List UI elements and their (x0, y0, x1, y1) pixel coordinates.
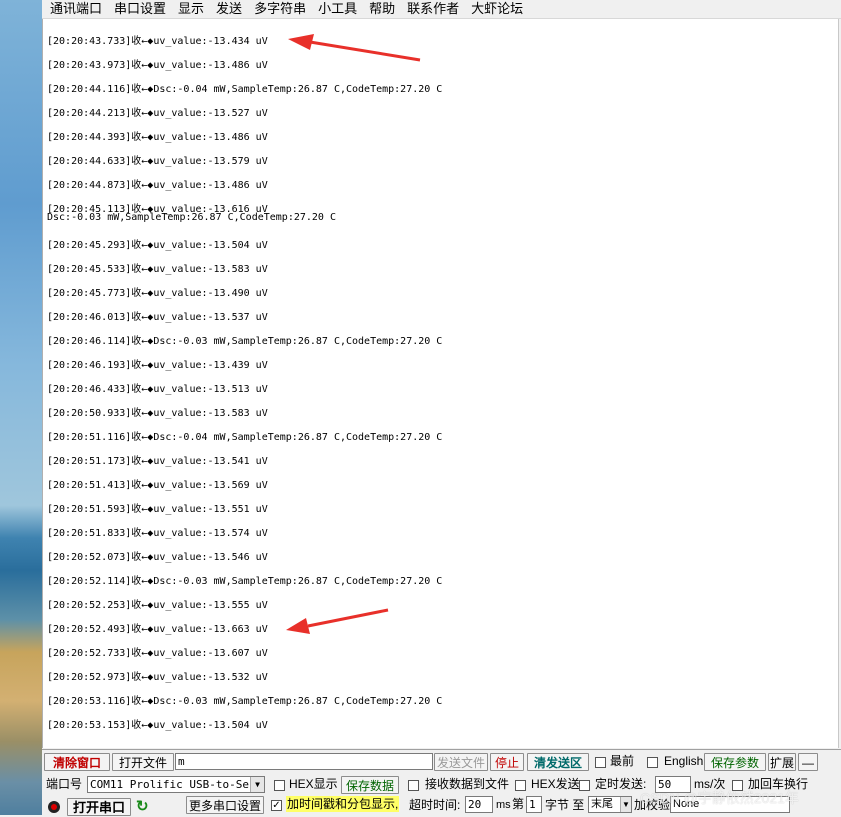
port-label: 端口号 (46, 777, 83, 791)
menu-item[interactable]: 串口设置 (110, 0, 170, 17)
byte-end-select[interactable]: 末尾 ▼ (588, 796, 632, 813)
log-line: [20:20:52.253]收←◆uv_value:-13.555 uV (47, 600, 268, 611)
log-line: [20:20:46.114]收←◆Dsc:-0.03 mW,SampleTemp… (47, 336, 443, 347)
log-line: [20:20:46.433]收←◆uv_value:-13.513 uV (47, 384, 268, 395)
log-line: [20:20:52.733]收←◆uv_value:-13.607 uV (47, 648, 268, 659)
collapse-button[interactable]: — (798, 753, 818, 771)
port-select[interactable]: COM11 Prolific USB-to-Seri ▼ (87, 776, 265, 793)
timeout-input[interactable]: 20 (465, 796, 493, 813)
log-line: [20:20:52.114]收←◆Dsc:-0.03 mW,SampleTemp… (47, 576, 443, 587)
log-line: [20:20:46.013]收←◆uv_value:-13.537 uV (47, 312, 268, 323)
log-line: [20:20:44.873]收←◆uv_value:-13.486 uV (47, 180, 268, 191)
log-line: [20:20:52.073]收←◆uv_value:-13.546 uV (47, 552, 268, 563)
port-status-icon (48, 801, 60, 813)
hex-send-checkbox[interactable] (515, 780, 526, 791)
log-line: [20:20:45.533]收←◆uv_value:-13.583 uV (47, 264, 268, 275)
english-label: English (664, 754, 704, 768)
hex-display-label: HEX显示 (289, 777, 338, 791)
hex-display-checkbox[interactable] (274, 780, 285, 791)
timeout-unit: ms (496, 799, 511, 811)
byte-range-label: 字节 至 (545, 798, 585, 812)
open-file-button[interactable]: 打开文件 (112, 753, 174, 771)
receive-log-area[interactable]: [20:20:43.733]收←◆uv_value:-13.434 uV [20:… (42, 19, 839, 748)
log-line: [20:20:52.973]收←◆uv_value:-13.532 uV (47, 672, 268, 683)
file-path-input[interactable]: m (175, 753, 433, 770)
timed-send-checkbox[interactable] (579, 780, 590, 791)
save-params-button[interactable]: 保存参数 (704, 753, 766, 771)
log-line: [20:20:44.116]收←◆Dsc:-0.04 mW,SampleTemp… (47, 84, 443, 95)
menu-item[interactable]: 显示 (174, 0, 208, 17)
watermark: CSDN @宇静依然2021年 (640, 790, 799, 806)
english-checkbox[interactable] (647, 757, 658, 768)
log-line: [20:20:44.633]收←◆uv_value:-13.579 uV (47, 156, 268, 167)
refresh-icon[interactable]: ↻ (136, 797, 149, 815)
byte-index-input[interactable]: 1 (526, 796, 542, 813)
open-port-button[interactable]: 打开串口 (67, 798, 131, 816)
log-line: [20:20:44.213]收←◆uv_value:-13.527 uV (47, 108, 268, 119)
clear-window-button[interactable]: 清除窗口 (44, 753, 110, 771)
log-line: [20:20:51.116]收←◆Dsc:-0.04 mW,SampleTemp… (47, 432, 443, 443)
menu-item[interactable]: 帮助 (365, 0, 399, 17)
log-line: [20:20:45.293]收←◆uv_value:-13.504 uV (47, 240, 268, 251)
log-line: [20:20:50.933]收←◆uv_value:-13.583 uV (47, 408, 268, 419)
save-data-button[interactable]: 保存数据 (341, 776, 399, 794)
log-line: [20:20:43.973]收←◆uv_value:-13.486 uV (47, 60, 268, 71)
stop-button[interactable]: 停止 (490, 753, 524, 771)
log-line: [20:20:53.116]收←◆Dsc:-0.03 mW,SampleTemp… (47, 696, 443, 707)
clear-send-area-button[interactable]: 清发送区 (527, 753, 589, 771)
hex-send-label: HEX发送 (531, 777, 580, 791)
menu-item[interactable]: 多字符串 (250, 0, 310, 17)
recv-to-file-checkbox[interactable] (408, 780, 419, 791)
log-line: [20:20:44.393]收←◆uv_value:-13.486 uV (47, 132, 268, 143)
log-line: [20:20:51.593]收←◆uv_value:-13.551 uV (47, 504, 268, 515)
byte-end-value: 末尾 (591, 798, 613, 810)
timeout-label: 超时时间: (409, 798, 461, 812)
log-line: [20:20:51.413]收←◆uv_value:-13.569 uV (47, 480, 268, 491)
send-file-button[interactable]: 发送文件 (434, 753, 488, 771)
menu-item[interactable]: 大虾论坛 (467, 0, 527, 17)
annotation-arrow-bottom (286, 608, 389, 634)
log-line: [20:20:43.733]收←◆uv_value:-13.434 uV (47, 36, 268, 47)
log-line: [20:20:46.193]收←◆uv_value:-13.439 uV (47, 360, 268, 371)
menu-item[interactable]: 发送 (212, 0, 246, 17)
expand-button[interactable]: 扩展 (768, 753, 796, 771)
chevron-down-icon[interactable]: ▼ (620, 797, 631, 812)
byte-prefix: 第 (512, 797, 525, 811)
timestamp-checkbox[interactable]: ✓ (271, 800, 282, 811)
recv-to-file-label: 接收数据到文件 (425, 777, 510, 791)
menu-item[interactable]: 联系作者 (403, 0, 463, 17)
log-line: Dsc:-0.03 mW,SampleTemp:26.87 C,CodeTemp… (47, 212, 336, 223)
menu-item[interactable]: 小工具 (314, 0, 361, 17)
chevron-down-icon[interactable]: ▼ (250, 777, 264, 792)
log-line: [20:20:52.493]收←◆uv_value:-13.663 uV (47, 624, 268, 635)
timed-send-label: 定时发送: (595, 777, 647, 791)
timestamp-label: 加时间戳和分包显示, (286, 796, 400, 812)
log-line: [20:20:45.773]收←◆uv_value:-13.490 uV (47, 288, 268, 299)
more-port-settings-button[interactable]: 更多串口设置 (186, 796, 264, 814)
menu-item[interactable]: 通讯端口 (46, 0, 106, 17)
log-line: [20:20:53.153]收←◆uv_value:-13.504 uV (47, 720, 268, 731)
annotation-arrow-top (288, 34, 421, 62)
log-line: [20:20:51.173]收←◆uv_value:-13.541 uV (47, 456, 268, 467)
port-value: COM11 Prolific USB-to-Seri (90, 778, 263, 791)
log-line: [20:20:51.833]收←◆uv_value:-13.574 uV (47, 528, 268, 539)
topmost-checkbox[interactable] (595, 757, 606, 768)
menu-bar: 通讯端口 串口设置 显示 发送 多字符串 小工具 帮助 联系作者 大虾论坛 (42, 0, 841, 19)
topmost-label: 最前 (610, 754, 635, 768)
desktop-wallpaper (0, 0, 42, 815)
